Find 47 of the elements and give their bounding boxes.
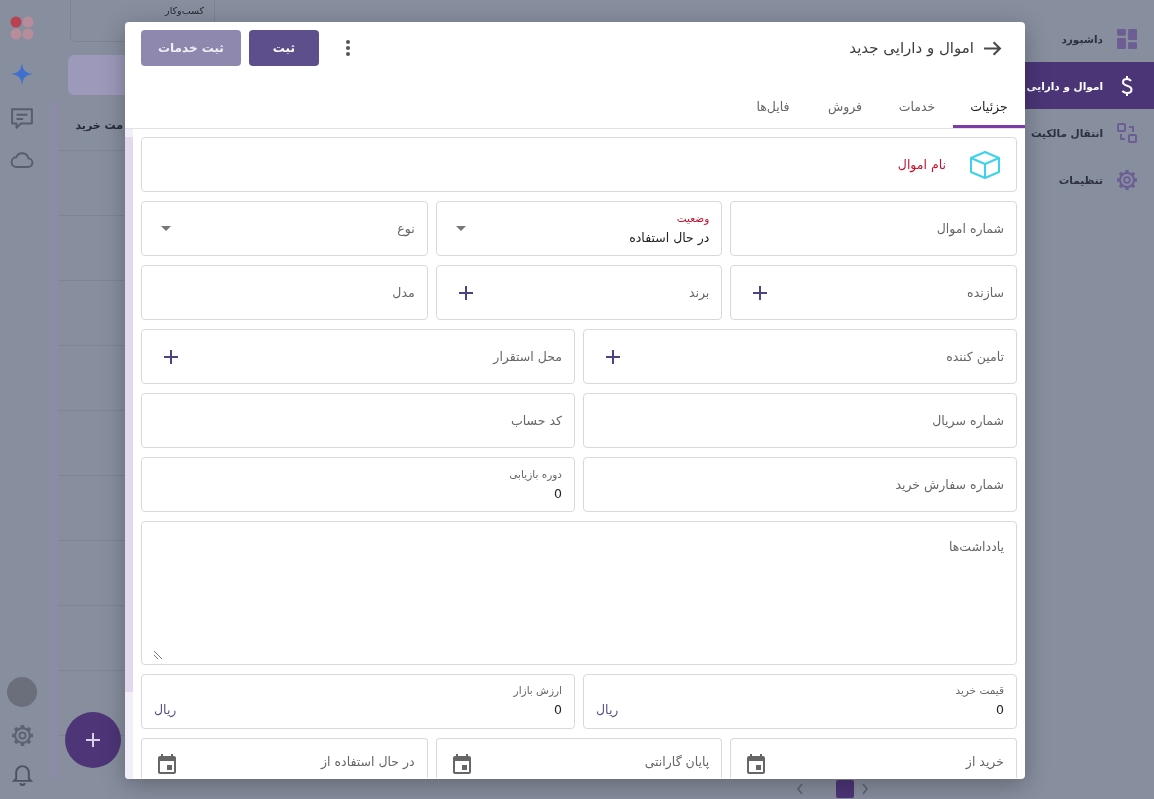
calendar-icon[interactable] [158, 754, 176, 774]
resize-handle-icon[interactable] [154, 651, 162, 659]
select-field[interactable]: وضعیت در حال استفاده [435, 201, 723, 256]
sidebar-item[interactable]: تنظیمات [1025, 156, 1154, 203]
caret-icon[interactable] [455, 226, 466, 231]
notes-field[interactable]: یادداشت‌ها [141, 521, 1017, 665]
text-field[interactable]: شماره سفارش خرید [583, 457, 1017, 512]
submit-button[interactable]: ثبت [248, 30, 319, 66]
dialog-title: اموال و دارایی جدید [849, 39, 974, 57]
plus-icon [86, 733, 100, 747]
plus-icon[interactable] [606, 349, 620, 364]
more-menu-icon[interactable] [345, 40, 350, 56]
sidebar-item[interactable]: انتقال مالکیت [1025, 109, 1154, 156]
workspace-label: کسب‌وکار [163, 5, 204, 16]
date-field[interactable]: پایان گارانتی [435, 738, 723, 778]
lookup-field[interactable]: سازنده [730, 265, 1017, 320]
box-icon [970, 150, 1000, 179]
lookup-field[interactable]: برند [435, 265, 723, 320]
calendar-icon[interactable] [747, 754, 766, 774]
date-field[interactable]: در حال استفاده از [141, 738, 428, 778]
tab[interactable]: فروش [809, 84, 881, 128]
calendar-icon[interactable] [452, 754, 471, 774]
name-field[interactable]: نام اموال [141, 137, 1017, 192]
sidebar-item[interactable]: داشبورد [1025, 15, 1154, 62]
text-field[interactable]: مدل [141, 265, 428, 320]
plus-icon[interactable] [753, 285, 768, 300]
back-arrow-icon[interactable] [983, 40, 1001, 56]
date-field[interactable]: خرید از [730, 738, 1017, 778]
tab[interactable]: فایل‌ها [737, 84, 809, 128]
plus-icon[interactable] [458, 285, 473, 300]
lookup-field[interactable]: تامین کننده [583, 329, 1017, 384]
bell-icon[interactable] [12, 764, 32, 784]
column-header: مت خرید [74, 117, 124, 134]
transfer-icon [1117, 122, 1137, 143]
tab[interactable]: جزئیات [953, 84, 1025, 128]
plus-icon[interactable] [164, 349, 178, 364]
lookup-field[interactable]: محل استقرار [141, 329, 575, 384]
text-field[interactable]: شماره سریال [583, 393, 1017, 448]
add-button[interactable] [65, 712, 121, 768]
select-field[interactable]: نوع [141, 201, 428, 256]
settings-icon [1117, 169, 1137, 190]
text-field[interactable]: شماره اموال [730, 201, 1017, 256]
sidebar-item[interactable]: اموال و دارایی [1025, 62, 1154, 109]
tab[interactable]: خدمات [881, 84, 953, 128]
text-field[interactable]: کد حساب [141, 393, 575, 448]
caret-icon[interactable] [161, 226, 171, 231]
grid-icon [1117, 28, 1137, 49]
